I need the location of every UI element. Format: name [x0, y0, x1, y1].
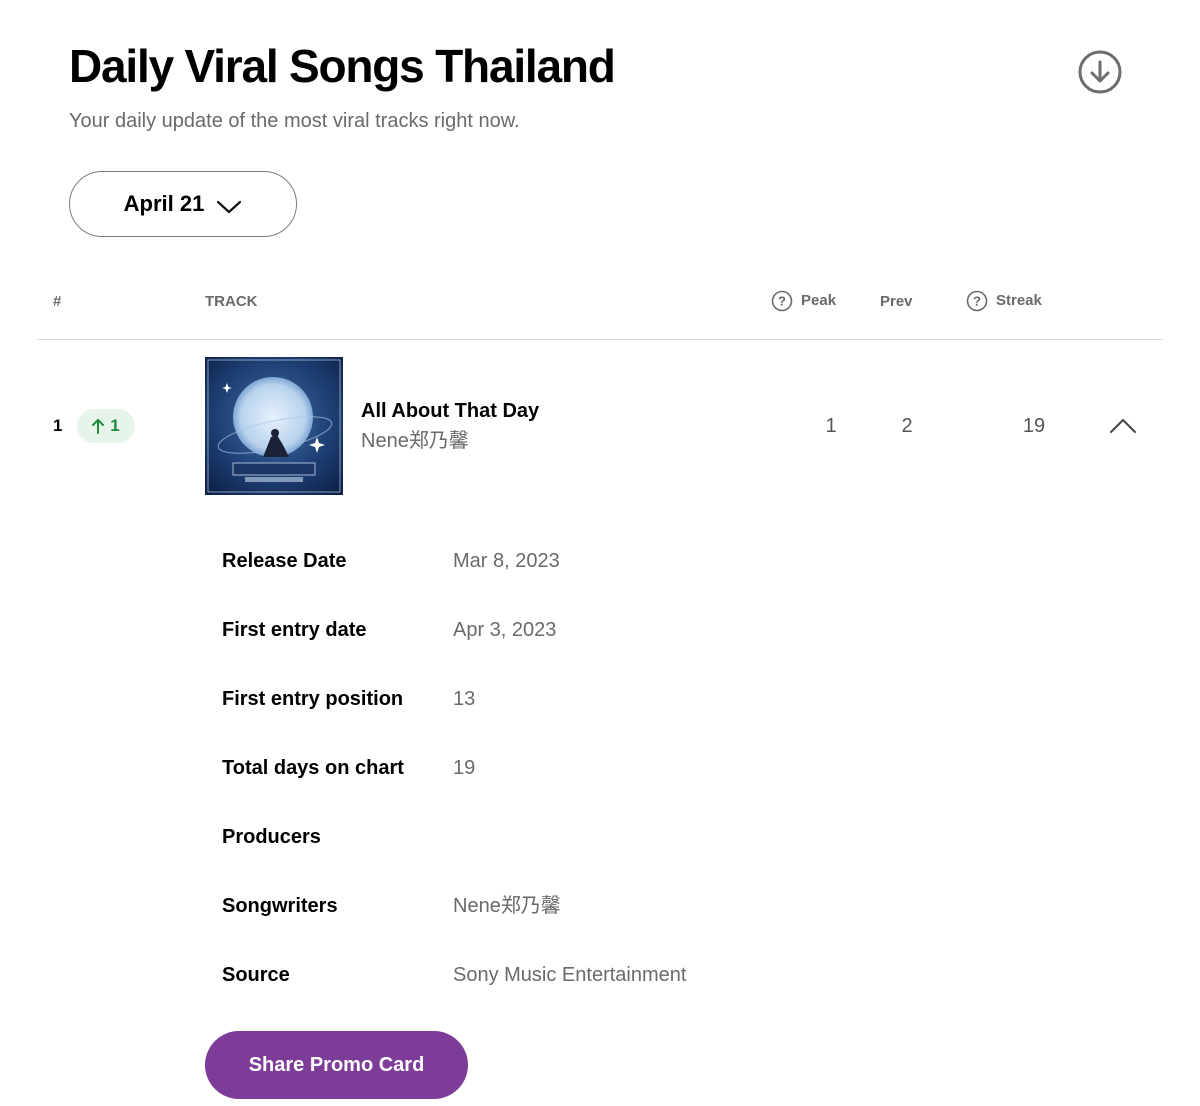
- date-selector[interactable]: April 21: [69, 171, 297, 237]
- release-date-value: Mar 8, 2023: [453, 550, 560, 572]
- chevron-down-icon: [217, 200, 242, 214]
- album-artwork[interactable]: [205, 357, 343, 495]
- release-date-label: Release Date: [222, 550, 347, 572]
- column-header-prev: Prev: [880, 293, 913, 310]
- songwriters-value: Nene郑乃馨: [453, 895, 561, 917]
- total-days-value: 19: [453, 757, 476, 779]
- collapse-row-button[interactable]: [1108, 412, 1138, 440]
- arrow-up-icon: [92, 419, 105, 434]
- share-promo-card-button[interactable]: Share Promo Card: [205, 1031, 468, 1099]
- table-divider: [37, 339, 1163, 340]
- track-streak: 19: [1022, 415, 1046, 437]
- arrow-down-circle-icon: [1078, 50, 1122, 94]
- page-subtitle: Your daily update of the most viral trac…: [69, 110, 520, 132]
- songwriters-label: Songwriters: [222, 895, 338, 917]
- column-header-rank: #: [53, 293, 62, 310]
- column-header-streak-label: Streak: [996, 292, 1042, 309]
- download-button[interactable]: [1078, 50, 1122, 94]
- column-header-track: TRACK: [205, 293, 258, 310]
- total-days-label: Total days on chart: [222, 757, 404, 779]
- question-circle-icon[interactable]: ?: [771, 290, 793, 312]
- svg-text:?: ?: [778, 294, 786, 309]
- chevron-up-icon: [1110, 419, 1136, 433]
- track-title[interactable]: All About That Day: [361, 398, 539, 424]
- column-header-peak-label: Peak: [801, 292, 837, 309]
- track-prev: 2: [901, 415, 913, 437]
- column-header-streak[interactable]: ? Streak: [966, 290, 1042, 312]
- producers-label: Producers: [222, 826, 321, 848]
- source-value: Sony Music Entertainment: [453, 964, 687, 986]
- track-rank: 1: [53, 416, 63, 435]
- page-title: Daily Viral Songs Thailand: [69, 40, 616, 92]
- source-label: Source: [222, 964, 290, 986]
- svg-text:?: ?: [973, 294, 981, 309]
- first-entry-position-value: 13: [453, 688, 476, 710]
- column-header-peak[interactable]: ? Peak: [771, 290, 836, 312]
- question-circle-icon[interactable]: ?: [966, 290, 988, 312]
- rank-change-badge: 1: [77, 409, 135, 443]
- rank-change-value: 1: [110, 416, 120, 435]
- first-entry-date-value: Apr 3, 2023: [453, 619, 557, 641]
- first-entry-position-label: First entry position: [222, 688, 404, 710]
- track-peak: 1: [825, 415, 837, 437]
- first-entry-date-label: First entry date: [222, 619, 367, 641]
- date-selector-label: April 21: [123, 191, 205, 216]
- track-artist[interactable]: Nene郑乃馨: [361, 428, 469, 454]
